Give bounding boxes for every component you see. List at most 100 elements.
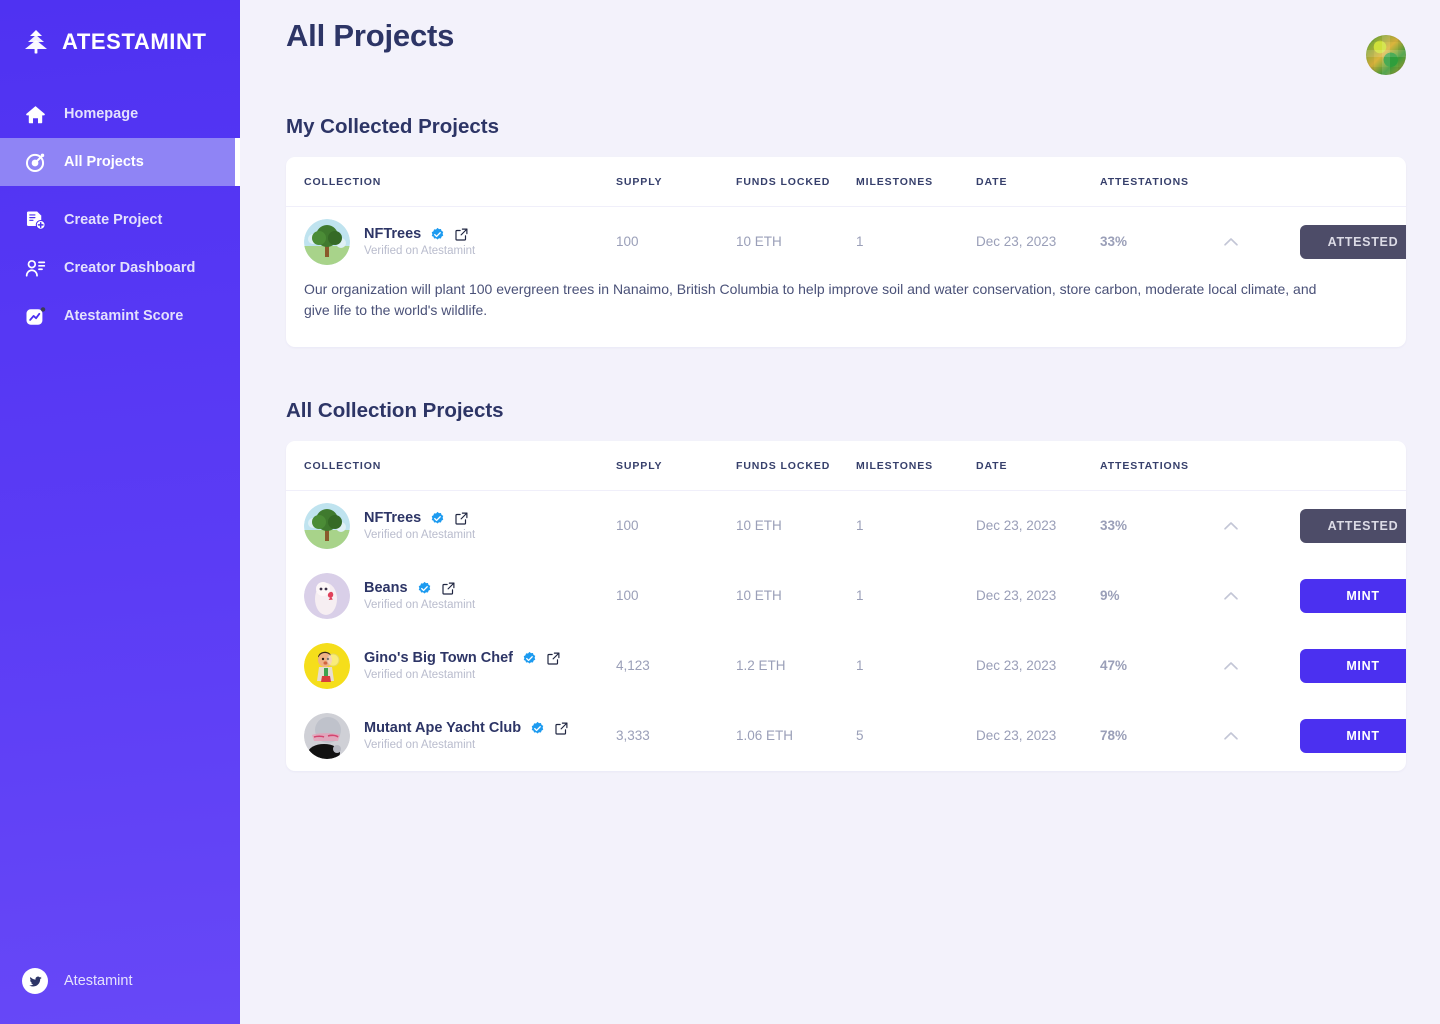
cell-collection: Mutant Ape Yacht Club Verified on Atesta… [286, 701, 616, 771]
chevron-up-icon[interactable] [1220, 585, 1242, 607]
section-title-all-collections: All Collection Projects [286, 399, 504, 423]
cell-collection: Gino's Big Town Chef Verified on Atestam… [286, 631, 616, 701]
cell-funds-locked: 10 ETH [736, 234, 782, 250]
table-row[interactable]: Beans Verified on Atestamint 100 10 ETH … [286, 561, 1406, 631]
cell-action: MINT [1300, 701, 1406, 771]
sidebar-nav: Homepage All Projects Create Project Cre… [0, 90, 240, 340]
sidebar-item-label: Atestamint Score [64, 308, 184, 324]
cell-supply: 100 [616, 234, 639, 250]
main-content: All Projects My Collected Projects COLLE… [240, 0, 1440, 1024]
app-root: ATESTAMINT Homepage All Projects Create … [0, 0, 1440, 1024]
chevron-up-icon[interactable] [1220, 655, 1242, 677]
collection-avatar-nftrees [304, 502, 350, 549]
cell-action: ATTESTED [1300, 207, 1406, 277]
collection-avatar-mutant-ape-yacht-club [304, 712, 350, 759]
cell-funds-locked: 10 ETH [736, 518, 782, 534]
document-add-icon [22, 207, 48, 233]
column-header-expand [1220, 157, 1300, 207]
sidebar-item-atestamint-score[interactable]: Atestamint Score [0, 292, 240, 340]
cell-collection: NFTrees Verified on Atestamint [286, 207, 616, 277]
sidebar: ATESTAMINT Homepage All Projects Create … [0, 0, 240, 1024]
sidebar-footer-twitter[interactable]: Atestamint [0, 968, 240, 1024]
cell-supply: 3,333 [616, 728, 650, 744]
external-link-icon[interactable] [554, 721, 569, 736]
table-row[interactable]: NFTrees Verified on Atestamint 100 10 ET… [286, 491, 1406, 561]
sidebar-item-homepage[interactable]: Homepage [0, 90, 240, 138]
column-header-action [1300, 157, 1406, 207]
column-header-funds-locked: FUNDS LOCKED [736, 157, 856, 207]
collected-projects-card: COLLECTION SUPPLY FUNDS LOCKED MILESTONE… [286, 157, 1406, 348]
cell-date: Dec 23, 2023 [976, 588, 1057, 604]
external-link-icon[interactable] [454, 227, 469, 242]
verified-subtitle: Verified on Atestamint [364, 245, 476, 258]
cell-expand [1220, 701, 1300, 771]
attested-button[interactable]: ATTESTED [1300, 508, 1406, 543]
collected-projects-table: COLLECTION SUPPLY FUNDS LOCKED MILESTONE… [286, 157, 1406, 347]
external-link-icon[interactable] [546, 651, 561, 666]
cell-attestations: 33% [1100, 234, 1128, 250]
verified-badge-icon [430, 511, 445, 526]
cell-funds-locked: 1.2 ETH [736, 658, 786, 674]
verified-badge-icon [530, 721, 545, 736]
mint-button[interactable]: MINT [1300, 648, 1406, 683]
column-header-milestones: MILESTONES [856, 157, 976, 207]
column-header-date: DATE [976, 441, 1100, 492]
brand-name: ATESTAMINT [62, 29, 207, 54]
cell-attestations: 47% [1100, 658, 1128, 674]
column-header-collection: COLLECTION [286, 157, 616, 207]
avatar[interactable] [1366, 35, 1406, 75]
collection-name: Gino's Big Town Chef [364, 650, 513, 667]
table-row[interactable]: Gino's Big Town Chef Verified on Atestam… [286, 631, 1406, 701]
cell-attestations: 9% [1100, 588, 1120, 604]
cell-milestones: 1 [856, 518, 864, 534]
column-header-milestones: MILESTONES [856, 441, 976, 492]
column-header-attestations: ATTESTATIONS [1100, 157, 1220, 207]
table-row[interactable]: NFTrees Verified on Atestamint 100 10 ET… [286, 207, 1406, 277]
home-icon [22, 101, 48, 127]
column-header-funds-locked: FUNDS LOCKED [736, 441, 856, 492]
cell-date: Dec 23, 2023 [976, 234, 1057, 250]
chart-square-icon [22, 303, 48, 329]
cell-action: ATTESTED [1300, 491, 1406, 561]
collection-name: Mutant Ape Yacht Club [364, 720, 522, 737]
cell-collection: Beans Verified on Atestamint [286, 561, 616, 631]
cell-milestones: 1 [856, 658, 864, 674]
column-header-action [1300, 441, 1406, 492]
cell-milestones: 1 [856, 588, 864, 604]
target-icon [22, 149, 48, 175]
table-row[interactable]: Mutant Ape Yacht Club Verified on Atesta… [286, 701, 1406, 771]
column-header-expand [1220, 441, 1300, 492]
cell-attestations: 78% [1100, 728, 1128, 744]
verified-subtitle: Verified on Atestamint [364, 599, 476, 612]
sidebar-footer-label: Atestamint [64, 973, 133, 989]
sidebar-item-label: Creator Dashboard [64, 260, 196, 276]
cell-attestations: 33% [1100, 518, 1128, 534]
sidebar-item-label: Homepage [64, 106, 139, 122]
brand[interactable]: ATESTAMINT [0, 0, 240, 62]
cell-date: Dec 23, 2023 [976, 728, 1057, 744]
cell-expand [1220, 491, 1300, 561]
sidebar-item-all-projects[interactable]: All Projects [0, 138, 240, 186]
cell-expand [1220, 207, 1300, 277]
chevron-up-icon[interactable] [1220, 515, 1242, 537]
external-link-icon[interactable] [441, 581, 456, 596]
topbar: All Projects [286, 0, 1406, 75]
external-link-icon[interactable] [454, 511, 469, 526]
pine-tree-icon [22, 28, 50, 56]
verified-badge-icon [417, 581, 432, 596]
collection-avatar-nftrees [304, 218, 350, 265]
chevron-up-icon[interactable] [1220, 725, 1242, 747]
cell-collection: NFTrees Verified on Atestamint [286, 491, 616, 561]
cell-expand [1220, 631, 1300, 701]
chevron-up-icon[interactable] [1220, 231, 1242, 253]
all-projects-table: COLLECTION SUPPLY FUNDS LOCKED MILESTONE… [286, 441, 1406, 771]
attested-button[interactable]: ATTESTED [1300, 224, 1406, 259]
column-header-collection: COLLECTION [286, 441, 616, 492]
sidebar-item-creator-dashboard[interactable]: Creator Dashboard [0, 244, 240, 292]
sidebar-item-create-project[interactable]: Create Project [0, 196, 240, 244]
section-title-collected: My Collected Projects [286, 115, 500, 138]
mint-button[interactable]: MINT [1300, 578, 1406, 613]
cell-supply: 4,123 [616, 658, 650, 674]
mint-button[interactable]: MINT [1300, 718, 1406, 753]
